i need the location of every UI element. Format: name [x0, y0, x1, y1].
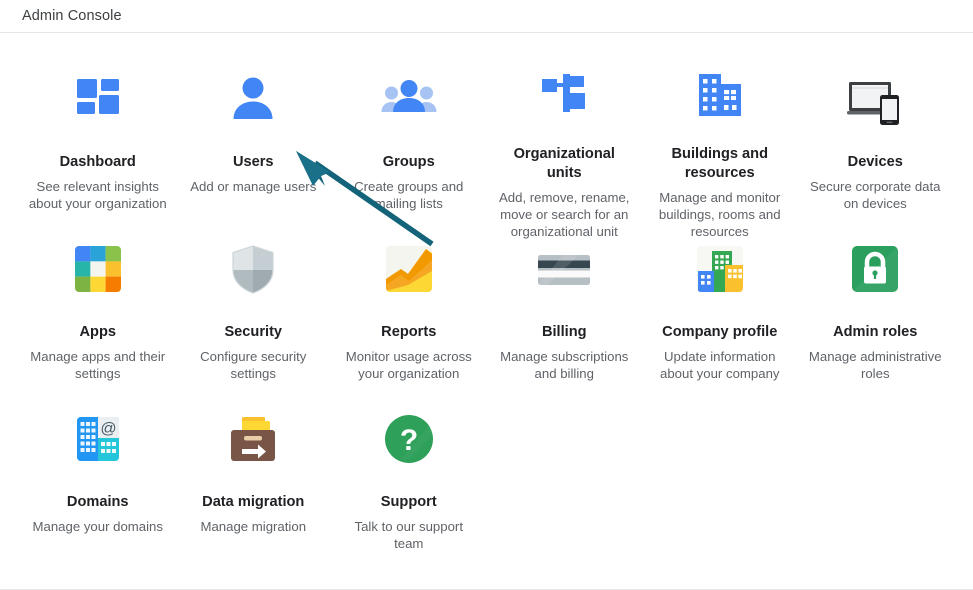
tile-title: Reports	[381, 324, 437, 340]
tile-description: Talk to our support team	[354, 519, 464, 551]
svg-text:@: @	[100, 421, 116, 438]
groups-people-icon	[377, 67, 441, 131]
tile-company-profile[interactable]: Company profile Update information about…	[642, 229, 798, 399]
tile-description: Secure corporate data on devices	[810, 179, 941, 211]
tile-security[interactable]: Security Configure security settings	[176, 229, 332, 399]
tile-title: Company profile	[662, 324, 778, 340]
file-box-arrow-icon	[221, 407, 285, 471]
tile-title: Security	[224, 324, 283, 340]
tile-billing[interactable]: Billing Manage subscriptions and billing	[487, 229, 643, 399]
tile-devices[interactable]: Devices Secure corporate data on devices	[798, 59, 954, 229]
tile-description: Manage apps and their settings	[30, 349, 166, 381]
tile-title: Organizational units	[513, 146, 615, 181]
tile-description: Manage administrative roles	[808, 349, 942, 381]
svg-text:?: ?	[400, 424, 418, 457]
tile-description: Configure security settings	[200, 349, 307, 381]
tile-dashboard[interactable]: Dashboard See relevant insights about yo…	[20, 59, 176, 229]
domain-at-icon: @	[66, 407, 130, 471]
dashboard-grid-icon	[66, 67, 130, 131]
tile-title: Admin roles	[833, 324, 918, 340]
tile-title: Domains	[66, 494, 129, 510]
tile-data-migration[interactable]: Data migration Manage migration	[176, 399, 332, 569]
tile-description: Create groups and mailing lists	[354, 179, 464, 211]
tile-title: Groups	[382, 154, 435, 170]
tile-buildings-and-resources[interactable]: Buildings and resources Manage and monit…	[642, 59, 798, 239]
top-bar: Admin Console	[0, 0, 973, 33]
tile-support[interactable]: ? Support Talk to our support team	[331, 399, 487, 569]
company-buildings-icon	[688, 237, 752, 301]
question-mark-icon: ?	[377, 407, 441, 471]
tile-users[interactable]: Users Add or manage users	[176, 59, 332, 229]
tile-organizational-units[interactable]: Organizational units Add, remove, rename…	[487, 59, 643, 239]
tile-title: Dashboard	[59, 154, 136, 170]
tile-title: Billing	[541, 324, 587, 340]
shield-icon	[221, 237, 285, 301]
tile-title: Support	[380, 494, 437, 510]
apps-color-grid-icon	[66, 237, 130, 301]
tile-description: Add or manage users	[190, 179, 317, 194]
tile-domains[interactable]: @ Domains Manage your domains	[20, 399, 176, 569]
analytics-chart-icon	[377, 237, 441, 301]
laptop-phone-icon	[843, 67, 907, 131]
tile-title: Devices	[847, 154, 903, 170]
tile-reports[interactable]: Reports Monitor usage across your organi…	[331, 229, 487, 399]
tile-description: Monitor usage across your organization	[345, 349, 472, 381]
service-tile-grid: Dashboard See relevant insights about yo…	[0, 33, 973, 585]
credit-card-icon	[532, 237, 596, 301]
lock-icon	[843, 237, 907, 301]
tile-apps[interactable]: Apps Manage apps and their settings	[20, 229, 176, 399]
tile-title: Buildings and resources	[671, 146, 768, 181]
tile-description: Manage subscriptions and billing	[500, 349, 629, 381]
admin-console-page: Admin Console Dashboard See relevant ins…	[0, 0, 973, 590]
tile-admin-roles[interactable]: Admin roles Manage administrative roles	[798, 229, 954, 399]
tile-title: Data migration	[202, 494, 305, 510]
tile-title: Apps	[79, 324, 116, 340]
tile-description: Manage your domains	[32, 519, 163, 534]
tile-description: See relevant insights about your organiz…	[28, 179, 167, 211]
tile-groups[interactable]: Groups Create groups and mailing lists	[331, 59, 487, 229]
tile-description: Manage migration	[200, 519, 307, 534]
tile-title: Users	[232, 154, 274, 170]
user-person-icon	[221, 67, 285, 131]
page-title: Admin Console	[22, 8, 122, 24]
tile-description: Update information about your company	[660, 349, 780, 381]
org-chart-icon	[532, 67, 596, 123]
building-icon	[688, 67, 752, 123]
